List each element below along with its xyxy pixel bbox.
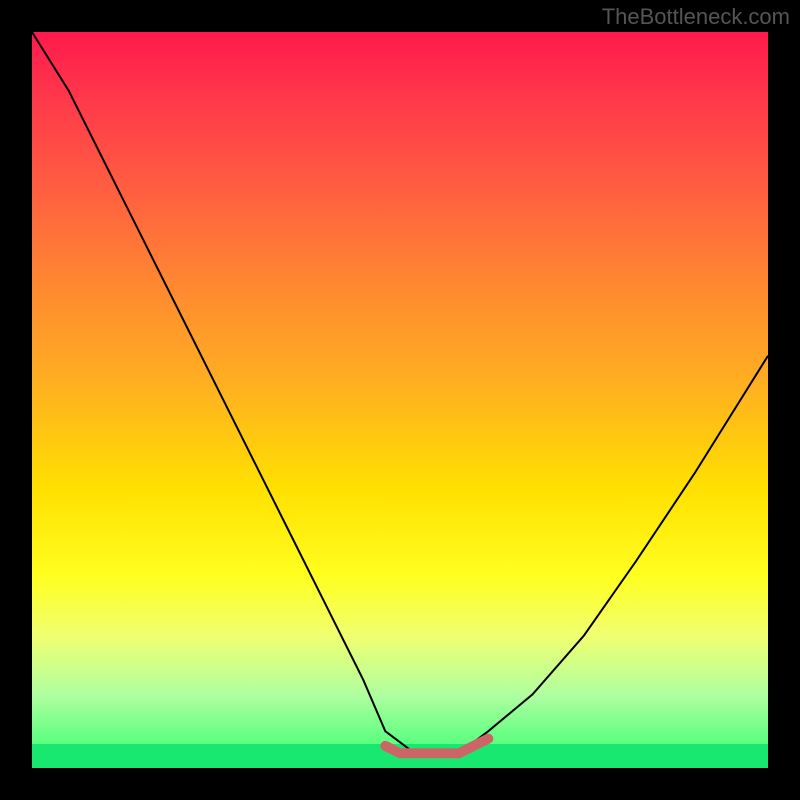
chart-svg: [32, 32, 768, 768]
chart-plot-area: [32, 32, 768, 768]
watermark-text: TheBottleneck.com: [602, 4, 790, 30]
optimal-band-marker: [385, 739, 488, 754]
bottleneck-curve-path: [32, 32, 768, 753]
